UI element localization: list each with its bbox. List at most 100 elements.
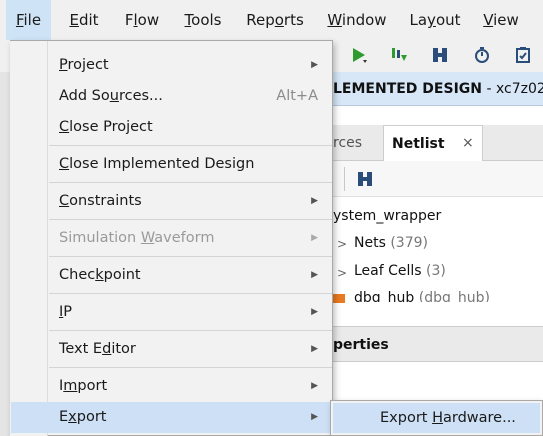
menu-flow-pre: F xyxy=(124,11,134,29)
menu-item-export-hardware[interactable]: Export Hardware... xyxy=(333,403,540,433)
export-hardware-post: ardware... xyxy=(442,410,516,426)
menu-reports-pre: Rep xyxy=(246,11,275,29)
tree-item-leaf-cells[interactable]: Leaf Cells (3) xyxy=(354,263,446,279)
menu-item-label-key: d xyxy=(102,341,112,357)
menu-item-label: Checkpoint xyxy=(59,260,141,291)
design-part: xc7z020cl xyxy=(495,81,543,97)
export-hardware-key: H xyxy=(432,410,443,426)
menu-window[interactable]: Window xyxy=(322,0,392,40)
menu-edit-post: dit xyxy=(78,11,99,29)
menu-item-label-key: W xyxy=(140,230,155,246)
menu-item-label: Import xyxy=(59,371,107,402)
menu-item-label-key: u xyxy=(109,88,119,104)
menu-item-label-key: m xyxy=(63,378,78,394)
menu-item-shortcut: Alt+A xyxy=(276,88,318,104)
chevron-right-icon[interactable]: > xyxy=(337,237,347,251)
menu-item-close-project[interactable]: Close Project xyxy=(11,112,332,143)
menu-separator xyxy=(49,145,332,146)
tree-item-nets[interactable]: Nets (379) xyxy=(354,235,428,251)
menu-item-label-post: port xyxy=(77,378,108,394)
tree-root[interactable]: ystem_wrapper xyxy=(333,208,441,224)
menu-item-label: Text Editor xyxy=(59,334,136,365)
bitstream-icon[interactable] xyxy=(390,46,408,64)
menu-separator xyxy=(49,293,332,294)
menu-file[interactable]: File xyxy=(6,0,51,40)
menu-view-post: iew xyxy=(493,11,519,29)
menu-item-close-implemented-design[interactable]: Close Implemented Design xyxy=(11,149,332,180)
menu-item-ip[interactable]: IP ▶ xyxy=(11,297,332,328)
implemented-design-header: LEMENTED DESIGN - xc7z020cl xyxy=(333,72,543,106)
menu-item-label: Project xyxy=(59,50,109,81)
menu-item-add-sources[interactable]: Add Sources... Alt+A xyxy=(11,81,332,112)
menu-item-project[interactable]: Project ▶ xyxy=(11,50,332,81)
menu-item-label-pre: Add So xyxy=(59,88,110,104)
menu-item-label-post: point xyxy=(103,267,141,283)
tab-sources[interactable]: rces xyxy=(333,125,383,161)
submenu-arrow-icon: ▶ xyxy=(311,196,318,206)
menu-edit-key: E xyxy=(69,11,79,29)
menu-item-label-post: roject xyxy=(67,57,109,73)
menu-item-export[interactable]: Export ▶ xyxy=(11,402,332,433)
menu-separator xyxy=(49,367,332,368)
menu-reports[interactable]: Reports xyxy=(240,0,310,40)
cell-icon xyxy=(333,294,345,303)
menu-item-label-post: lose Implemented Design xyxy=(69,156,255,172)
menu-tools-post: ools xyxy=(191,11,222,29)
menu-item-label: Add Sources... xyxy=(59,81,163,112)
submenu-arrow-icon: ▶ xyxy=(311,307,318,317)
menu-item-label-key: C xyxy=(59,156,70,172)
menu-item-label-pre: Chec xyxy=(59,267,96,283)
menu-window-key: W xyxy=(327,11,342,29)
menu-bar: File Edit Flow Tools Reports Window Layo… xyxy=(0,0,543,40)
menu-item-label-post: rces... xyxy=(118,88,163,104)
tree-item-dbg-hub-count: (dbg_hub) xyxy=(418,290,490,302)
menu-item-label-pre: Text E xyxy=(59,341,103,357)
menu-item-label: IP xyxy=(59,297,72,328)
menu-item-label: Simulation Waveform xyxy=(59,223,214,254)
tree-item-dbg-hub-label: dbg_hub xyxy=(354,290,415,302)
menu-item-constraints[interactable]: Constraints ▶ xyxy=(11,186,332,217)
tree-item-leaf-cells-label: Leaf Cells xyxy=(354,263,422,279)
menu-flow[interactable]: Flow xyxy=(118,0,166,40)
submenu-arrow-icon: ▶ xyxy=(311,270,318,280)
menu-item-label-key: k xyxy=(95,267,104,283)
tree-item-nets-label: Nets xyxy=(354,235,386,251)
menu-item-label-post: P xyxy=(63,304,73,320)
schematic-icon[interactable] xyxy=(356,170,374,188)
menu-item-import[interactable]: Import ▶ xyxy=(11,371,332,402)
menu-view[interactable]: View xyxy=(478,0,524,40)
tree-item-dbg-hub[interactable]: dbg_hub (dbg_hub) xyxy=(354,290,490,302)
chevron-right-icon[interactable]: > xyxy=(337,266,347,280)
menu-item-label-pre: E xyxy=(59,409,69,425)
submenu-arrow-icon: ▶ xyxy=(311,381,318,391)
menu-item-text-editor[interactable]: Text Editor ▶ xyxy=(11,334,332,365)
menu-file-post: ile xyxy=(23,11,42,29)
menu-view-key: V xyxy=(483,11,494,29)
menu-layout-post: out xyxy=(435,11,461,29)
tab-sources-label: rces xyxy=(333,135,363,151)
menu-layout[interactable]: Layout xyxy=(404,0,466,40)
tree-item-leaf-cells-count: (3) xyxy=(426,263,446,279)
menu-layout-pre: La xyxy=(409,11,428,29)
tab-close-icon[interactable]: × xyxy=(462,125,474,161)
menu-item-label-post: aveform xyxy=(154,230,215,246)
report-icon[interactable] xyxy=(514,46,532,64)
menu-item-label-post: itor xyxy=(111,341,136,357)
timer-icon[interactable] xyxy=(473,46,491,64)
menu-item-label: Export xyxy=(59,402,107,433)
menu-item-label: Constraints xyxy=(59,186,142,217)
menu-flow-post: ow xyxy=(137,11,160,29)
design-separator: - xyxy=(482,81,496,97)
menu-item-checkpoint[interactable]: Checkpoint ▶ xyxy=(11,260,332,291)
design-title: LEMENTED DESIGN xyxy=(333,81,482,97)
menu-item-label-key: x xyxy=(68,409,77,425)
menu-item-simulation-waveform: Simulation Waveform ▶ xyxy=(11,223,332,254)
menu-item-label-pre: Simulation xyxy=(59,230,141,246)
toolbar-separator xyxy=(344,167,345,191)
menu-edit[interactable]: Edit xyxy=(62,0,106,40)
menu-tools[interactable]: Tools xyxy=(178,0,228,40)
implement-icon[interactable] xyxy=(431,46,449,64)
menu-separator xyxy=(49,330,332,331)
submenu-arrow-icon: ▶ xyxy=(311,412,318,422)
run-icon[interactable] xyxy=(350,46,368,64)
